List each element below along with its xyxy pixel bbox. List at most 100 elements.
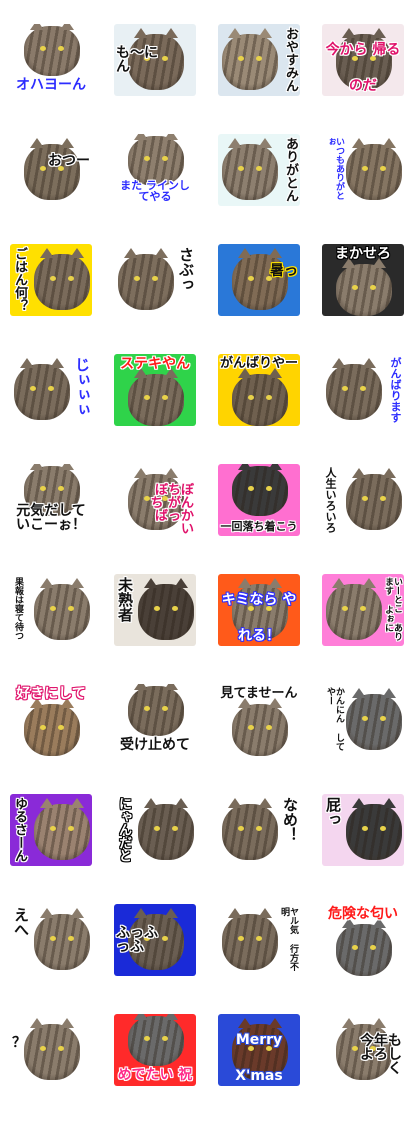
sticker-caption: キミなら やれる！: [221, 592, 297, 645]
sticker-27[interactable]: 見てませーん: [218, 684, 300, 756]
cat-photo: [118, 248, 174, 310]
cat-ear: [164, 908, 178, 918]
cat-ear: [70, 908, 84, 918]
sticker-39[interactable]: Merry X'mas: [218, 1014, 300, 1086]
sticker-36[interactable]: 危険な匂い: [322, 904, 404, 976]
sticker-23[interactable]: キミなら やれる！: [218, 574, 300, 646]
sticker-2[interactable]: も〜にん: [114, 24, 196, 96]
cat-ear: [372, 1018, 386, 1028]
cat-ear: [50, 358, 64, 368]
cat-eye: [162, 706, 168, 711]
cat-ear: [40, 798, 54, 808]
sticker-24[interactable]: いーとこ あります よぉに: [322, 574, 404, 646]
sticker-19[interactable]: 一回落ち着こう: [218, 464, 300, 536]
sticker-14[interactable]: ステキやん: [114, 354, 196, 426]
cat-ear: [258, 798, 272, 808]
sticker-caption: まかせろ: [335, 246, 391, 262]
sticker-caption: 今年も よろしく: [360, 1033, 402, 1077]
sticker-31[interactable]: なめ！: [218, 794, 300, 866]
sticker-26[interactable]: 受け止めて: [114, 684, 196, 756]
sticker-16[interactable]: がんばります: [322, 354, 404, 426]
sticker-18[interactable]: ぼちぼち がんばっかい: [114, 464, 196, 536]
sticker-1[interactable]: オハヨーん: [10, 24, 92, 96]
cat-eye: [58, 46, 64, 51]
sticker-29[interactable]: ゆるさーん: [10, 794, 92, 866]
cat-ear: [352, 468, 366, 478]
cat-ear: [258, 908, 272, 918]
cat-photo: [34, 908, 90, 970]
sticker-3[interactable]: おやすみん: [218, 24, 300, 96]
cat-eye: [40, 486, 46, 491]
cat-eye: [144, 1036, 150, 1041]
sticker-38[interactable]: めでたい 祝: [114, 1014, 196, 1086]
cat-ear: [134, 908, 148, 918]
cat-eye: [342, 386, 348, 392]
cat-ear: [30, 1018, 44, 1028]
sticker-34[interactable]: ふっふっふ: [114, 904, 196, 976]
sticker-22[interactable]: 未熟者: [114, 574, 196, 646]
cat-eye: [68, 606, 74, 612]
sticker-caption: ごはん何？: [12, 247, 27, 312]
sticker-28[interactable]: かんにん してやー: [322, 684, 404, 756]
sticker-caption: ぼちぼち がんばっかい: [150, 483, 194, 536]
cat-photo: [232, 464, 288, 516]
cat-eye: [380, 716, 386, 722]
cat-ear: [70, 248, 84, 258]
cat-eye: [380, 166, 386, 172]
cat-eye: [40, 46, 46, 51]
sticker-caption: 危険な匂い: [328, 906, 398, 922]
sticker-caption: 元気だして いこーぉ！: [16, 503, 86, 533]
sticker-20[interactable]: 人生いろいろ: [322, 464, 404, 536]
sticker-8[interactable]: いつもありがとぉ: [322, 134, 404, 206]
sticker-12[interactable]: まかせろ: [322, 244, 404, 316]
cat-eye: [362, 826, 368, 832]
cat-ear: [60, 1018, 74, 1028]
sticker-9[interactable]: ごはん何？: [10, 244, 92, 316]
sticker-caption: ふっふっふ: [116, 925, 158, 955]
sticker-32[interactable]: 屁っ: [322, 794, 404, 866]
cat-eye: [248, 724, 254, 730]
sticker-33[interactable]: えへ: [10, 904, 92, 976]
sticker-caption: さぶっ: [177, 247, 195, 292]
cat-photo: [346, 798, 402, 860]
sticker-17[interactable]: 元気だして いこーぉ！: [10, 464, 92, 536]
sticker-caption: 見てませーん: [220, 686, 298, 701]
sticker-caption: 暑っ: [270, 263, 298, 279]
cat-eye: [352, 284, 358, 290]
sticker-4[interactable]: 今から 帰るのだ: [322, 24, 404, 96]
sticker-13[interactable]: じぃぃぃ: [10, 354, 92, 426]
sticker-10[interactable]: さぶっ: [114, 244, 196, 316]
sticker-caption: がんばりやー: [220, 356, 299, 371]
sticker-37[interactable]: ？: [10, 1014, 92, 1086]
cat-eye: [58, 724, 64, 730]
sticker-35[interactable]: ヤル気 行方不明: [218, 904, 300, 976]
sticker-5[interactable]: おつー: [10, 134, 92, 206]
cat-eye: [362, 166, 368, 172]
cat-eye: [154, 606, 160, 612]
sticker-25[interactable]: 好きにして: [10, 684, 92, 756]
cat-eye: [342, 606, 348, 612]
cat-ear: [258, 138, 272, 148]
sticker-21[interactable]: 果報は寝て待つ: [10, 574, 92, 646]
cat-eye: [30, 386, 36, 392]
sticker-caption: また ラインしてやる: [120, 179, 190, 203]
sticker-caption: オハヨーん: [16, 77, 86, 93]
cat-eye: [362, 716, 368, 722]
cat-eye: [370, 284, 376, 290]
sticker-caption: いつもありがとぉ: [325, 137, 344, 200]
cat-eye: [144, 394, 150, 400]
sticker-15[interactable]: がんばりやー: [218, 354, 300, 426]
cat-photo: [138, 578, 194, 640]
sticker-30[interactable]: にゃんだと: [114, 794, 196, 866]
cat-ear: [134, 28, 148, 38]
cat-eye: [162, 1036, 168, 1041]
sticker-caption: おつー: [48, 153, 90, 169]
cat-photo: [128, 1014, 184, 1066]
cat-ear: [342, 1018, 356, 1028]
cat-photo: [326, 578, 382, 640]
sticker-6[interactable]: また ラインしてやる: [114, 134, 196, 206]
sticker-11[interactable]: 暑っ: [218, 244, 300, 316]
sticker-7[interactable]: ありがとん: [218, 134, 300, 206]
sticker-40[interactable]: 今年も よろしく: [322, 1014, 404, 1086]
cat-photo: [24, 1018, 80, 1080]
